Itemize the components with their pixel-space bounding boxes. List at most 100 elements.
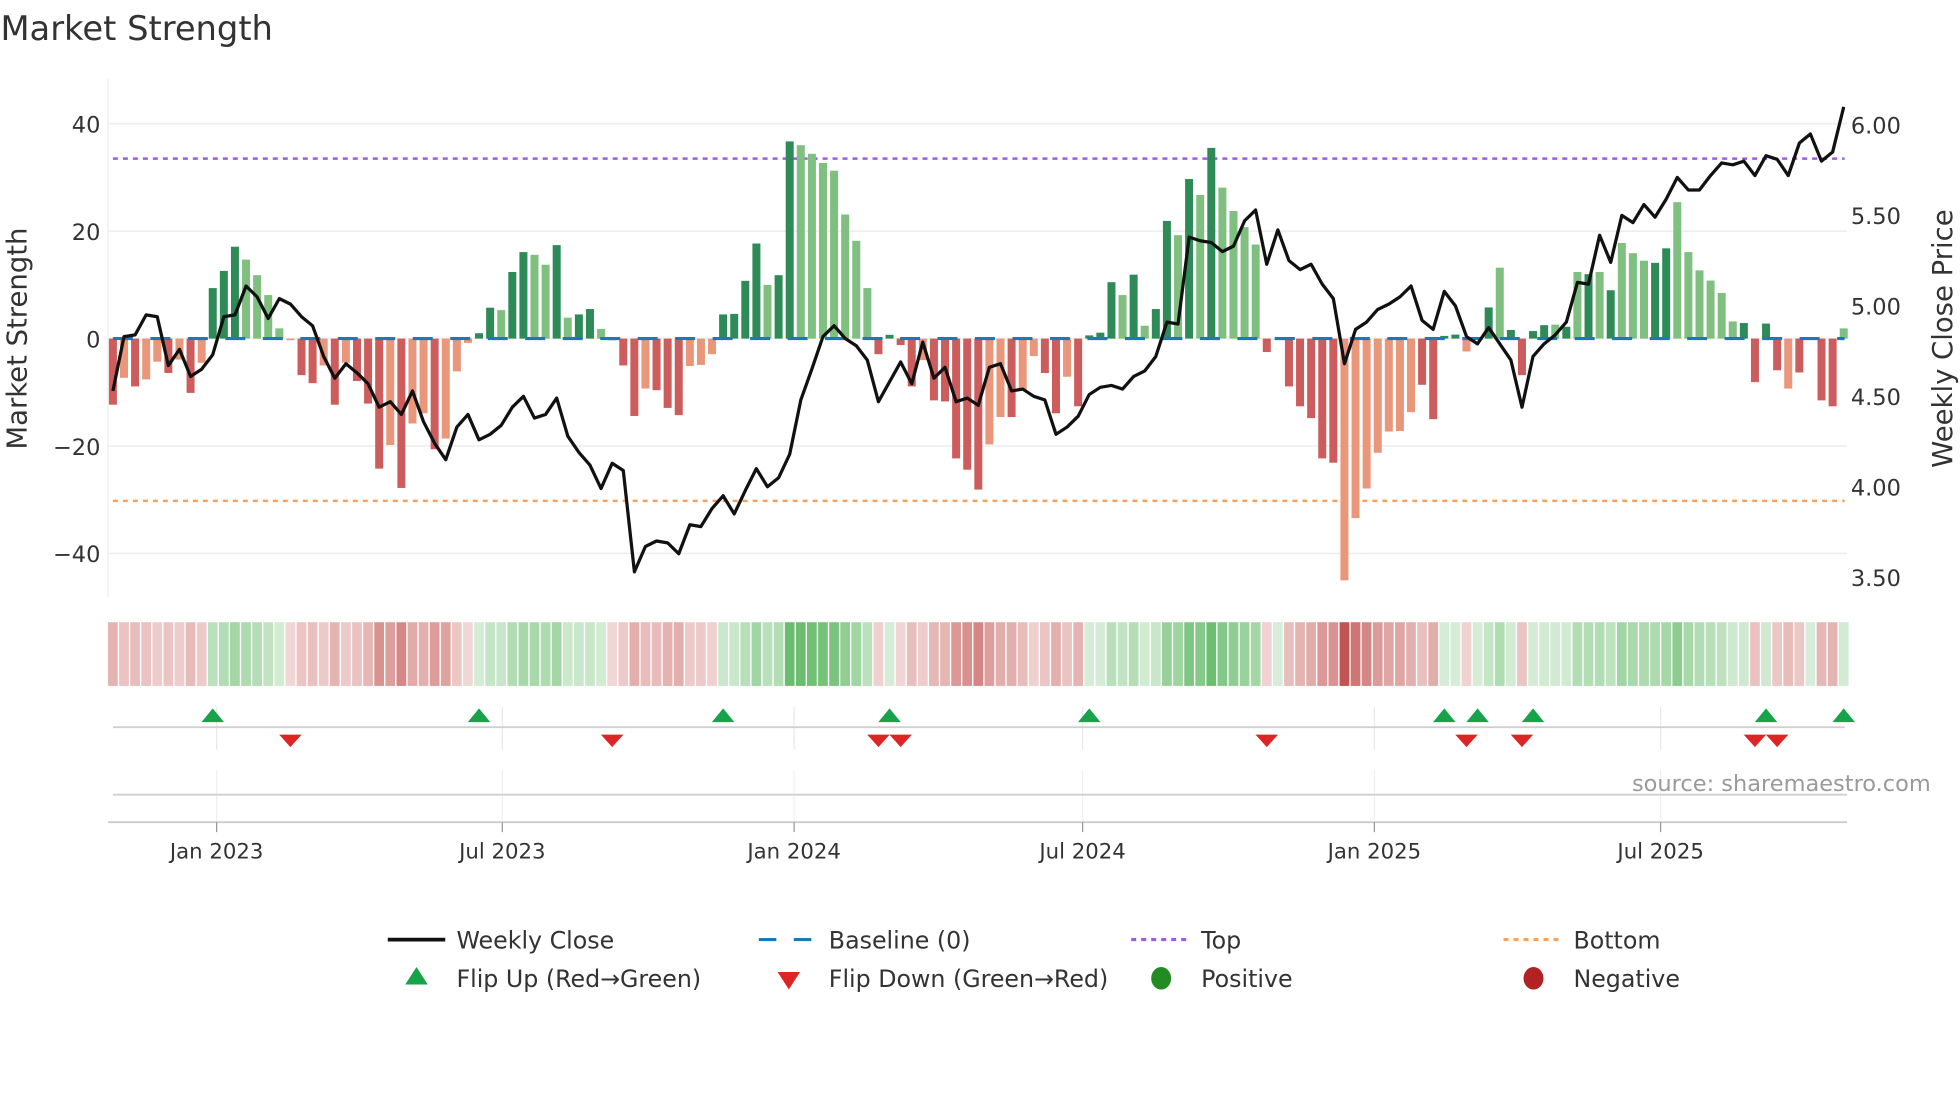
heat-cell xyxy=(662,622,673,686)
heat-cell xyxy=(673,622,684,686)
heat-cell xyxy=(1028,622,1039,686)
heat-cell xyxy=(1639,622,1649,686)
heat-cell xyxy=(1472,622,1483,686)
strength-bar xyxy=(1318,338,1327,459)
strength-bar xyxy=(641,338,650,389)
strength-bar xyxy=(1362,338,1371,489)
heat-cell xyxy=(1239,622,1250,686)
heat-cell xyxy=(1628,622,1638,686)
flip-down-marker xyxy=(1765,734,1789,748)
heat-cell xyxy=(119,622,129,686)
strength-bar xyxy=(497,310,506,339)
heat-cell xyxy=(396,622,407,686)
heat-cell xyxy=(751,622,762,686)
strength-bar xyxy=(308,338,317,384)
heat-cell xyxy=(551,622,562,686)
strength-bars xyxy=(108,141,1848,581)
flip-up-marker xyxy=(1433,708,1456,723)
heat-cell xyxy=(230,622,240,686)
heat-cell xyxy=(141,622,152,686)
heat-cell xyxy=(374,622,385,686)
heat-cell xyxy=(1039,622,1050,686)
heat-cell xyxy=(1173,622,1183,686)
strength-bar xyxy=(286,338,295,341)
heat-cell xyxy=(1683,622,1694,686)
heat-cell xyxy=(1417,622,1427,686)
heat-cell xyxy=(496,622,507,686)
heat-cell xyxy=(917,622,928,686)
strength-bar xyxy=(1329,338,1338,463)
heat-cell xyxy=(618,622,629,686)
heat-cell xyxy=(474,622,484,686)
heat-cell xyxy=(862,622,873,686)
strength-bar xyxy=(1373,338,1382,453)
strength-bar xyxy=(774,275,783,339)
heat-cell xyxy=(385,622,396,686)
strength-bar xyxy=(741,280,750,339)
legend-positive: Positive xyxy=(1201,965,1292,993)
flip-up-icon xyxy=(405,967,428,985)
strength-bar xyxy=(1296,338,1305,407)
heat-cell xyxy=(1517,622,1527,686)
y2-tick-label: 6.00 xyxy=(1851,114,1901,140)
strength-bar xyxy=(1606,290,1615,339)
strength-bar xyxy=(1828,338,1837,407)
heat-cell xyxy=(1339,622,1350,686)
strength-bar xyxy=(663,338,672,408)
strength-bar xyxy=(1429,338,1438,420)
strength-bar xyxy=(1151,309,1160,339)
heat-cell xyxy=(429,622,440,686)
heat-cell xyxy=(1650,622,1660,686)
strength-bar xyxy=(1617,242,1626,339)
strength-bar xyxy=(1728,321,1737,339)
heat-cell xyxy=(707,622,717,686)
flip-down-marker xyxy=(1510,734,1534,748)
strength-bar xyxy=(242,259,251,339)
strength-bar xyxy=(1118,295,1127,339)
strength-bar xyxy=(563,317,572,339)
chart-title: Market Strength xyxy=(0,9,272,48)
heat-cell xyxy=(574,622,584,686)
strength-bar xyxy=(619,338,628,366)
flip-up-marker xyxy=(1832,708,1855,723)
x-tick-label: Jan 2024 xyxy=(745,839,841,864)
flip-up-marker xyxy=(201,708,224,723)
heat-cell xyxy=(1428,622,1439,686)
strength-bar xyxy=(1817,338,1826,401)
heat-cell xyxy=(1727,622,1738,686)
strength-bar xyxy=(1007,338,1016,418)
y2-tick-label: 5.00 xyxy=(1851,295,1901,321)
heat-cell xyxy=(241,622,251,686)
strength-bar xyxy=(1540,325,1549,339)
heat-cell xyxy=(1583,622,1594,686)
strength-bar xyxy=(1662,248,1671,339)
heat-cell xyxy=(1184,622,1194,686)
strength-bar xyxy=(486,307,495,339)
strength-bar xyxy=(1784,338,1793,389)
strength-bar xyxy=(685,338,694,366)
heat-cell xyxy=(1217,622,1228,686)
strength-bar xyxy=(208,288,217,339)
y2-tick-label: 4.00 xyxy=(1851,476,1901,502)
strength-bar xyxy=(1773,338,1782,371)
heat-cell xyxy=(940,622,950,686)
strength-bar xyxy=(1762,323,1771,339)
heat-cell xyxy=(1128,622,1139,686)
heat-cell xyxy=(296,622,307,686)
y-axis-ticks: 40 20 0 −20 −40 xyxy=(53,112,100,568)
heat-cell xyxy=(185,622,196,686)
heat-cell xyxy=(818,622,828,686)
heat-cell xyxy=(951,622,961,686)
strength-bar xyxy=(1595,271,1604,339)
strength-bar xyxy=(874,338,883,355)
heat-cell xyxy=(274,622,285,686)
flip-marker-panel xyxy=(112,707,1855,823)
flip-up-marker xyxy=(1521,708,1545,723)
heat-cell xyxy=(1838,622,1849,686)
flip-down-icon xyxy=(777,972,801,990)
strength-bar xyxy=(142,338,151,380)
heat-cell xyxy=(1738,622,1749,686)
strength-bar xyxy=(1384,338,1393,432)
heat-cell xyxy=(895,622,906,686)
strength-bar xyxy=(1517,338,1526,376)
